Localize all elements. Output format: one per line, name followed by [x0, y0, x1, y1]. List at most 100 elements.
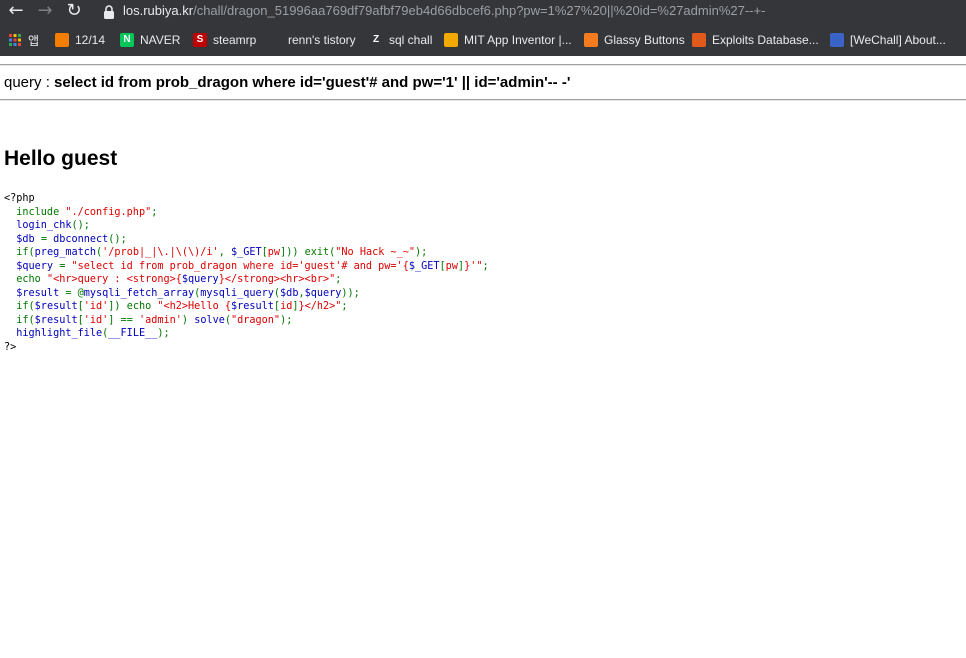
- code-line: highlight_file(__FILE__);: [4, 328, 170, 339]
- code-token: $result: [34, 314, 78, 326]
- code-token: $query: [181, 274, 219, 285]
- forward-button[interactable]: →: [33, 0, 57, 24]
- code-token: );: [157, 328, 170, 339]
- bookmark-item[interactable]: 12/14: [55, 31, 105, 49]
- bookmark-item[interactable]: 앱: [8, 31, 39, 49]
- bookmark-label: Exploits Database...: [712, 33, 819, 47]
- code-token: =: [40, 233, 54, 245]
- reload-button[interactable]: ↻: [62, 0, 86, 24]
- code-token: "./config.php": [65, 206, 152, 218]
- code-line: if(preg_match('/prob|_|\.|\(\)/i', $_GET…: [4, 247, 427, 258]
- horizontal-rule: [0, 99, 966, 101]
- z-icon: Z: [372, 34, 380, 45]
- bookmark-label: [WeChall] About...: [850, 33, 946, 47]
- url-host: los.rubiya.kr: [123, 3, 194, 18]
- address-bar[interactable]: los.rubiya.kr/chall/dragon_51996aa769df7…: [123, 3, 765, 18]
- apps-grid-icon: [8, 33, 22, 47]
- hello-heading: Hello guest: [4, 147, 118, 170]
- query-prefix: query :: [4, 74, 55, 91]
- code-line: ?>: [4, 342, 16, 353]
- glassy-buttons-icon: [584, 33, 598, 47]
- reload-icon: ↻: [66, 0, 82, 21]
- code-token: 'id': [83, 301, 109, 312]
- code-token: $result: [230, 301, 274, 312]
- code-token: }'": [464, 260, 483, 272]
- bookmark-label: NAVER: [140, 33, 181, 47]
- steamrp-icon: S: [193, 33, 207, 47]
- query-line: query : select id from prob_dragon where…: [4, 74, 570, 91]
- code-token: ] ==: [108, 314, 139, 326]
- bookmark-item[interactable]: Exploits Database...: [692, 31, 819, 49]
- code-token: ();: [108, 233, 127, 245]
- bookmark-item[interactable]: renn's tistory: [268, 31, 356, 49]
- bookmark-label: 12/14: [75, 33, 106, 47]
- code-token: = @: [65, 287, 84, 299]
- code-line: login_chk();: [4, 220, 90, 231]
- code-token: ;: [335, 274, 342, 285]
- arrow-left-icon: ←: [8, 0, 24, 21]
- code-token: dbconnect: [53, 233, 109, 245]
- code-token: ?>: [4, 341, 17, 353]
- arrow-right-icon: →: [37, 0, 53, 21]
- address-row: ← → ↻ los.rubiya.kr/chall/dragon_51996aa…: [0, 0, 966, 26]
- code-token: "dragon": [231, 314, 281, 326]
- code-token: }</h2>": [298, 301, 342, 312]
- code-token: $db: [280, 287, 299, 299]
- code-token: preg_match: [34, 247, 97, 258]
- code-token: if(: [4, 314, 35, 326]
- code-token: );: [280, 314, 293, 326]
- code-token: '/prob|_|\.|\(\)/i': [102, 247, 219, 258]
- horizontal-rule: [0, 64, 966, 66]
- code-line: if($result['id'] == 'admin') solve("drag…: [4, 315, 292, 326]
- code-token: __FILE__: [108, 328, 158, 339]
- code-line: $query = "select id from prob_dragon whe…: [4, 260, 489, 272]
- lock-icon: [104, 5, 114, 19]
- code-token: $_GET: [230, 247, 262, 258]
- code-token: 'admin': [138, 314, 182, 326]
- code-token: if(: [4, 301, 35, 312]
- code-token: ,: [218, 247, 231, 258]
- code-token: ])) exit(: [280, 247, 336, 258]
- code-token: mysqli_query: [200, 287, 274, 299]
- wechall-icon: [830, 33, 844, 47]
- bookmark-item[interactable]: [WeChall] About...: [830, 31, 946, 49]
- code-token: <?php: [4, 193, 35, 204]
- code-token: 'id': [83, 314, 109, 326]
- code-token: solve: [194, 314, 225, 326]
- code-token: $query: [4, 260, 60, 272]
- bookmark-item[interactable]: Glassy Buttons: [584, 31, 685, 49]
- code-token: ;: [482, 260, 489, 272]
- bookmark-item[interactable]: MIT App Inventor |...: [444, 31, 572, 49]
- url-path: /chall/dragon_51996aa769df79afbf79eb4d66…: [193, 3, 766, 18]
- bookmarks-bar: 앱 12/14 N NAVER Ssteamrp renn's tistory Zsql c…: [0, 28, 966, 52]
- code-token: "<h2>Hello {: [157, 301, 231, 312]
- code-token: $db: [4, 233, 41, 245]
- code-token: "<hr>query : <strong>{: [46, 274, 182, 285]
- code-token: login_chk: [4, 220, 72, 231]
- code-token: $query: [304, 287, 342, 299]
- code-token: ]) echo: [108, 301, 158, 312]
- browser-chrome: ← → ↻ los.rubiya.kr/chall/dragon_51996aa…: [0, 0, 966, 56]
- code-line: include "./config.php";: [4, 207, 157, 218]
- bookmark-item[interactable]: Ssteamrp: [193, 31, 256, 49]
- bookmark-label: MIT App Inventor |...: [464, 33, 572, 47]
- code-token: if(: [4, 247, 35, 258]
- exploit-db-icon: [692, 33, 706, 47]
- code-line: echo "<hr>query : <strong>{$query}</stro…: [4, 274, 341, 285]
- bookmark-label: sql chall: [389, 33, 433, 47]
- bookmark-label: steamrp: [213, 33, 257, 47]
- code-token: pw: [267, 247, 281, 258]
- bookmark-item[interactable]: Zsql chall: [369, 31, 432, 49]
- code-token: }</strong><hr><br>": [218, 274, 336, 285]
- code-token: ();: [71, 220, 90, 231]
- code-token: );: [415, 247, 428, 258]
- bookmark-item[interactable]: N NAVER: [120, 31, 180, 49]
- code-token: "select id from prob_dragon where id='gu…: [71, 260, 409, 272]
- code-token: ): [181, 314, 195, 326]
- bookmark-label: renn's tistory: [288, 33, 356, 47]
- bookmark-label: 앱: [28, 33, 40, 48]
- code-token: "No Hack ~_~": [335, 247, 416, 258]
- back-button[interactable]: ←: [4, 0, 28, 24]
- code-token: id: [280, 301, 293, 312]
- code-token: ));: [341, 287, 360, 299]
